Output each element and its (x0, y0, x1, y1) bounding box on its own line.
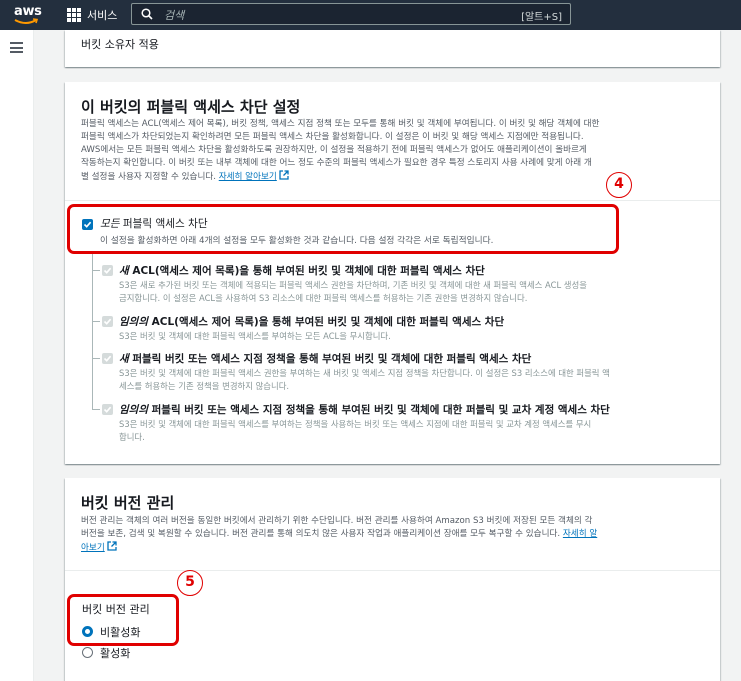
checkmark-icon (103, 406, 112, 413)
aws-logo-text: aws (14, 4, 42, 19)
description-line-link-wrap: 아보기 (81, 541, 706, 555)
label-italic: 새 (119, 265, 129, 277)
block-new-acl-label: 새 ACL(액세스 제어 목록)을 통해 부여된 버킷 및 객체에 대한 퍼블릭… (119, 263, 485, 278)
label-rest: ACL(액세스 제어 목록)을 통해 부여된 버킷 및 객체에 대한 퍼블릭 액… (147, 316, 505, 328)
description-line: S3은 버킷 및 객체에 대한 퍼블릭 액세스를 부여하는 모든 ACL을 무시… (119, 331, 391, 341)
description-line: S3은 버킷 및 객체에 대한 퍼블릭 액세스를 부여하는 정책을 사용하는 버… (119, 419, 592, 429)
services-label: 서비스 (87, 9, 118, 22)
block-public-access-title: 이 버킷의 퍼블릭 액세스 차단 설정 (81, 98, 301, 116)
search-box[interactable]: [알트+S] (131, 3, 571, 25)
bucket-versioning-panel: 버킷 버전 관리 버전 관리는 객체의 여러 버전을 동일한 버킷에서 관리하기… (65, 478, 720, 681)
label-rest: 퍼블릭 버킷 또는 액세스 지점 정책을 통해 부여된 버킷 및 객체에 대한 … (128, 353, 532, 365)
versioning-enable-radio[interactable] (82, 647, 93, 658)
search-shortcut-hint: [알트+S] (521, 12, 562, 23)
label-italic: 임의의 (119, 404, 148, 416)
tree-connector-branch (92, 321, 100, 322)
external-link-icon (279, 170, 289, 180)
description-line: 합니다. (119, 431, 145, 442)
annotation-badge-4: 4 (606, 172, 632, 198)
learn-more-link[interactable]: 자세히 알아보기 (219, 172, 277, 182)
block-any-policy-label: 임의의 퍼블릭 버킷 또는 액세스 지점 정책을 통해 부여된 버킷 및 객체에… (119, 402, 610, 417)
external-link-icon (107, 541, 117, 551)
description-line: 작동하는지 확인합니다. 이 버킷 또는 내부 객체에 대한 어느 정도 수준의… (81, 158, 592, 168)
block-any-acl-checkbox[interactable] (102, 316, 113, 327)
description-line: 금지합니다. 이 설정은 ACL을 사용하여 S3 리소스에 대한 퍼블릭 액세… (119, 292, 528, 303)
top-navigation-bar: aws 서비스 [알트+S] (0, 0, 741, 30)
description-line: S3은 버킷 및 객체에 대한 퍼블릭 액세스 권한을 부여하는 새 버킷 및 … (119, 368, 610, 378)
block-new-policy-description: S3은 버킷 및 객체에 대한 퍼블릭 액세스 권한을 부여하는 새 버킷 및 … (119, 367, 709, 392)
block-any-policy-checkbox[interactable] (102, 404, 113, 415)
label-rest: ACL(액세스 제어 목록)을 통해 부여된 버킷 및 객체에 대한 퍼블릭 액… (128, 265, 485, 277)
left-side-rail (0, 30, 34, 681)
block-new-policy-checkbox[interactable] (102, 353, 113, 364)
label-rest: 퍼블릭 버킷 또는 액세스 지점 정책을 통해 부여된 버킷 및 객체에 대한 … (147, 404, 610, 416)
aws-logo[interactable]: aws (12, 2, 42, 28)
description-line: 별 설정을 사용자 지정할 수 있습니다. (81, 172, 216, 182)
tree-connector-branch (92, 358, 100, 359)
description-line: 퍼블릭 액세스가 차단되었는지 확인하려면 모든 퍼블릭 액세스 차단을 활성화… (81, 132, 584, 142)
block-any-acl-description: S3은 버킷 및 객체에 대한 퍼블릭 액세스를 부여하는 모든 ACL을 무시… (119, 330, 709, 343)
search-icon (141, 8, 153, 20)
block-new-acl-checkbox[interactable] (102, 265, 113, 276)
services-grid-icon (67, 8, 81, 22)
description-line: 세스를 허용하는 기존 정책을 변경하지 않습니다. (119, 380, 290, 391)
services-menu-button[interactable]: 서비스 (67, 6, 117, 24)
tree-connector-vertical (92, 254, 93, 410)
section-divider (65, 570, 720, 571)
label-italic: 새 (119, 353, 129, 365)
description-line: AWS에서는 모든 퍼블릭 액세스 차단을 활성화하도록 권장하지만, 이 설정… (81, 145, 587, 155)
description-line: 버전 관리는 객체의 여러 버전을 동일한 버킷에서 관리하기 위한 수단입니다… (81, 516, 593, 526)
description-line: 퍼블릭 액세스는 ACL(액세스 제어 목록), 버킷 정책, 액세스 지점 정… (81, 119, 600, 129)
aws-smile-icon (14, 18, 39, 24)
checkmark-icon (103, 318, 112, 325)
label-italic: 임의의 (119, 316, 148, 328)
object-ownership-panel: 버킷 소유자 적용 (65, 30, 720, 67)
menu-hamburger-icon[interactable] (10, 42, 23, 53)
description-line-with-link: 버전을 보존, 검색 및 복원할 수 있습니다. 버전 관리를 통해 의도치 않… (81, 528, 706, 541)
description-line: 버전을 보존, 검색 및 복원할 수 있습니다. 버전 관리를 통해 의도치 않… (81, 529, 561, 539)
versioning-learn-more-link-part1[interactable]: 자세히 알 (563, 529, 597, 539)
annotation-highlight-box-4 (67, 204, 619, 254)
section-divider (65, 200, 720, 201)
tree-connector-branch (92, 270, 100, 271)
description-line: S3은 새로 추가된 버킷 또는 객체에 적용되는 퍼블릭 액세스 권한을 차단… (119, 280, 587, 290)
versioning-enable-label[interactable]: 활성화 (100, 645, 130, 661)
search-input[interactable] (162, 6, 466, 24)
block-new-acl-description: S3은 새로 추가된 버킷 또는 객체에 적용되는 퍼블릭 액세스 권한을 차단… (119, 279, 709, 304)
block-any-acl-label: 임의의 ACL(액세스 제어 목록)을 통해 부여된 버킷 및 객체에 대한 퍼… (119, 314, 504, 329)
object-ownership-value: 버킷 소유자 적용 (81, 38, 159, 51)
checkmark-icon (103, 267, 112, 274)
block-new-policy-label: 새 퍼블릭 버킷 또는 액세스 지점 정책을 통해 부여된 버킷 및 객체에 대… (119, 351, 531, 366)
checkmark-icon (103, 355, 112, 362)
bucket-versioning-title: 버킷 버전 관리 (81, 494, 175, 512)
annotation-highlight-box-5 (67, 594, 179, 646)
bucket-versioning-description: 버전 관리는 객체의 여러 버전을 동일한 버킷에서 관리하기 위한 수단입니다… (81, 515, 706, 555)
annotation-badge-5: 5 (177, 570, 203, 596)
tree-connector-branch (92, 409, 100, 410)
versioning-learn-more-link-part2[interactable]: 아보기 (81, 543, 105, 553)
block-any-policy-description: S3은 버킷 및 객체에 대한 퍼블릭 액세스를 부여하는 정책을 사용하는 버… (119, 418, 709, 443)
